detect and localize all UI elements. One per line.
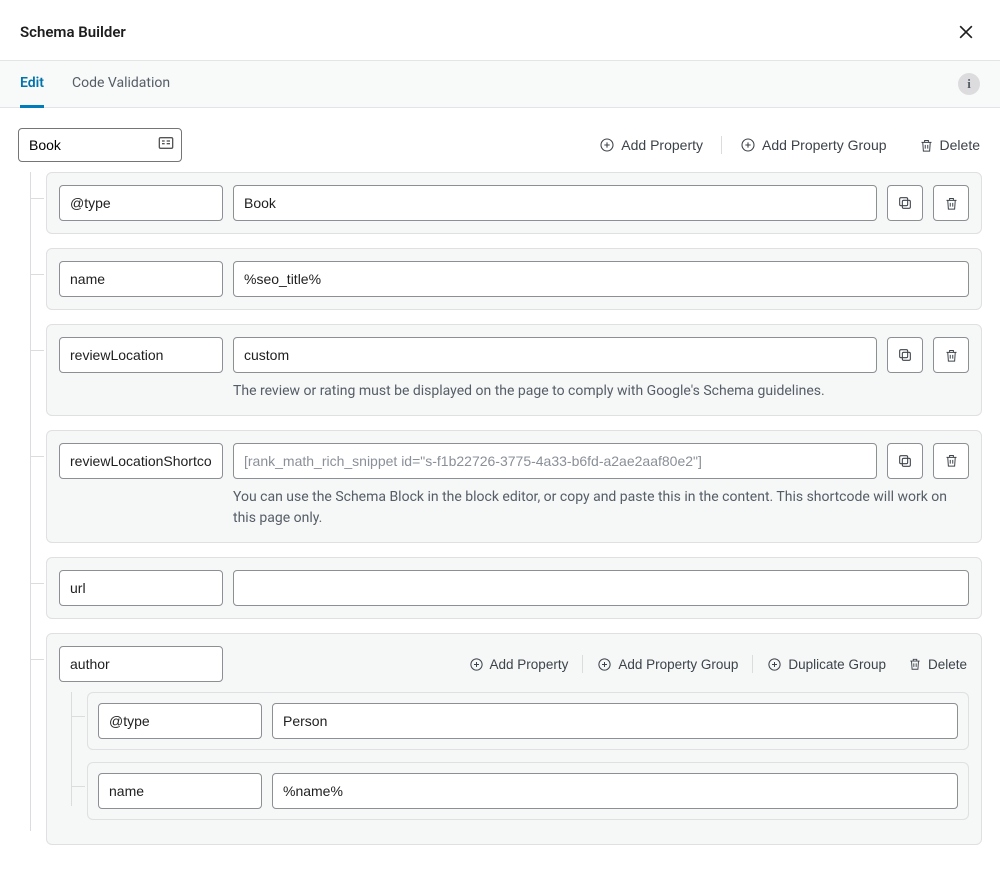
divider bbox=[582, 655, 583, 673]
close-icon bbox=[956, 22, 976, 42]
tab-code-validation[interactable]: Code Validation bbox=[72, 61, 170, 108]
property-value-input[interactable] bbox=[233, 185, 877, 221]
group-add-property-button[interactable]: Add Property bbox=[467, 653, 571, 676]
delete-button[interactable] bbox=[933, 337, 969, 373]
info-button[interactable]: i bbox=[958, 73, 980, 95]
trash-icon bbox=[944, 453, 959, 468]
divider bbox=[752, 655, 753, 673]
property-key-input[interactable] bbox=[59, 443, 223, 479]
trash-icon bbox=[919, 138, 934, 153]
property-value-input[interactable] bbox=[233, 261, 969, 297]
copy-icon bbox=[897, 453, 913, 469]
plus-circle-icon bbox=[469, 657, 484, 672]
group-name-input[interactable] bbox=[59, 646, 223, 682]
delete-button[interactable] bbox=[933, 443, 969, 479]
schema-picker-icon[interactable] bbox=[158, 136, 174, 154]
content: Add Property Add Property Group Delete bbox=[0, 108, 1000, 879]
property-key-input[interactable] bbox=[98, 773, 262, 809]
property-key-input[interactable] bbox=[59, 570, 223, 606]
tabs-bar: Edit Code Validation i bbox=[0, 60, 1000, 108]
modal-header: Schema Builder bbox=[0, 0, 1000, 60]
property-value-input[interactable] bbox=[272, 773, 958, 809]
property-node bbox=[46, 172, 982, 234]
root-row: Add Property Add Property Group Delete bbox=[18, 128, 982, 162]
copy-button[interactable] bbox=[887, 337, 923, 373]
trash-icon bbox=[908, 657, 922, 671]
divider bbox=[721, 136, 722, 154]
label: Add Property Group bbox=[618, 657, 738, 672]
copy-button[interactable] bbox=[887, 443, 923, 479]
property-node bbox=[46, 557, 982, 619]
property-node bbox=[87, 692, 969, 750]
delete-label: Delete bbox=[940, 137, 980, 153]
copy-icon bbox=[897, 195, 913, 211]
delete-schema-button[interactable]: Delete bbox=[917, 133, 982, 157]
property-key-input[interactable] bbox=[59, 185, 223, 221]
plus-circle-icon bbox=[767, 657, 782, 672]
copy-icon bbox=[897, 347, 913, 363]
tab-edit[interactable]: Edit bbox=[20, 61, 44, 108]
label: Delete bbox=[928, 657, 967, 672]
label: Duplicate Group bbox=[788, 657, 886, 672]
group-duplicate-button[interactable]: Duplicate Group bbox=[765, 653, 888, 676]
property-value-input[interactable] bbox=[233, 443, 877, 479]
property-value-input[interactable] bbox=[233, 337, 877, 373]
close-button[interactable] bbox=[952, 18, 980, 46]
group-node: Add Property Add Property Group bbox=[46, 633, 982, 845]
helper-text: You can use the Schema Block in the bloc… bbox=[233, 487, 969, 530]
group-add-property-group-button[interactable]: Add Property Group bbox=[595, 653, 740, 676]
property-node: You can use the Schema Block in the bloc… bbox=[46, 430, 982, 543]
property-node bbox=[46, 248, 982, 310]
root-schema-field bbox=[18, 128, 182, 162]
add-property-group-button[interactable]: Add Property Group bbox=[738, 133, 889, 157]
trash-icon bbox=[944, 196, 959, 211]
property-value-input[interactable] bbox=[272, 703, 958, 739]
copy-button[interactable] bbox=[887, 185, 923, 221]
add-property-group-label: Add Property Group bbox=[762, 137, 887, 153]
property-node: The review or rating must be displayed o… bbox=[46, 324, 982, 416]
property-key-input[interactable] bbox=[98, 703, 262, 739]
group-delete-button[interactable]: Delete bbox=[906, 653, 969, 676]
page-title: Schema Builder bbox=[20, 23, 126, 41]
property-value-input[interactable] bbox=[233, 570, 969, 606]
helper-text: The review or rating must be displayed o… bbox=[233, 381, 969, 403]
property-node bbox=[87, 762, 969, 820]
property-key-input[interactable] bbox=[59, 261, 223, 297]
plus-circle-icon bbox=[599, 137, 615, 153]
property-key-input[interactable] bbox=[59, 337, 223, 373]
trash-icon bbox=[944, 348, 959, 363]
add-property-label: Add Property bbox=[621, 137, 703, 153]
delete-button[interactable] bbox=[933, 185, 969, 221]
plus-circle-icon bbox=[740, 137, 756, 153]
add-property-button[interactable]: Add Property bbox=[597, 133, 705, 157]
schema-tree: The review or rating must be displayed o… bbox=[24, 172, 982, 845]
plus-circle-icon bbox=[597, 657, 612, 672]
label: Add Property bbox=[490, 657, 569, 672]
